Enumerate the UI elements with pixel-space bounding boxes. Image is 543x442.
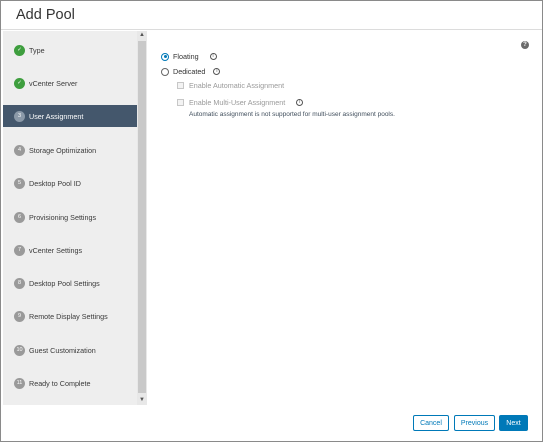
wizard-step-provisioning-settings[interactable]: 6 Provisioning Settings bbox=[3, 206, 137, 228]
wizard-step-label: vCenter Settings bbox=[29, 245, 83, 255]
info-icon[interactable]: i bbox=[296, 99, 304, 106]
floating-option[interactable]: Floating i bbox=[161, 52, 217, 61]
wizard-step-vcenter-server[interactable]: ✓ vCenter Server bbox=[3, 72, 137, 94]
check-icon: ✓ bbox=[14, 77, 25, 89]
wizard-step-label: Provisioning Settings bbox=[29, 212, 97, 222]
wizard-step-desktop-pool-settings[interactable]: 8 Desktop Pool Settings bbox=[3, 272, 137, 294]
scroll-up-arrow-icon[interactable]: ▲ bbox=[137, 31, 147, 40]
wizard-step-type[interactable]: ✓ Type bbox=[3, 39, 137, 61]
dialog-footer: Cancel Previous Next bbox=[1, 405, 542, 441]
next-button[interactable]: Next bbox=[499, 415, 528, 431]
wizard-steps: ✓ Type ✓ vCenter Server 3 User Assignment 4 Sto… bbox=[3, 31, 137, 405]
info-icon[interactable]: i bbox=[209, 53, 217, 60]
dialog-title: Add Pool bbox=[16, 7, 75, 23]
enable-automatic-label: Enable Automatic Assignment bbox=[189, 81, 285, 90]
dedicated-label: Dedicated bbox=[173, 67, 206, 76]
dedicated-option[interactable]: Dedicated i bbox=[161, 67, 221, 76]
wizard-step-label: Guest Customization bbox=[29, 345, 96, 355]
assignment-note: Automatic assignment is not supported fo… bbox=[189, 111, 395, 118]
wizard-step-user-assignment[interactable]: 3 User Assignment bbox=[3, 105, 137, 127]
wizard-step-label: Desktop Pool ID bbox=[29, 178, 81, 188]
info-icon[interactable]: i bbox=[213, 68, 221, 75]
enable-multiuser-assignment: Enable Multi-User Assignment i bbox=[177, 98, 304, 107]
dialog-header: Add Pool bbox=[1, 1, 542, 30]
enable-automatic-checkbox bbox=[177, 82, 184, 89]
step-number: 7 bbox=[14, 244, 25, 256]
cancel-button[interactable]: Cancel bbox=[413, 415, 449, 431]
wizard-step-desktop-pool-id[interactable]: 5 Desktop Pool ID bbox=[3, 172, 137, 194]
wizard-step-label: Type bbox=[29, 45, 45, 55]
wizard-step-vcenter-settings[interactable]: 7 vCenter Settings bbox=[3, 239, 137, 261]
sidebar-scrollbar[interactable]: ▲ ▼ bbox=[137, 31, 147, 405]
wizard-step-label: Remote Display Settings bbox=[29, 311, 108, 321]
wizard-step-remote-display-settings[interactable]: 9 Remote Display Settings bbox=[3, 305, 137, 327]
wizard-step-label: Storage Optimization bbox=[29, 145, 97, 155]
wizard-step-label: Desktop Pool Settings bbox=[29, 278, 100, 288]
step-number: 8 bbox=[14, 277, 25, 289]
step-number: 5 bbox=[14, 177, 25, 189]
step-number: 9 bbox=[14, 310, 25, 322]
scroll-thumb[interactable] bbox=[138, 41, 146, 393]
dedicated-radio[interactable] bbox=[161, 67, 169, 76]
wizard-step-label: vCenter Server bbox=[29, 78, 78, 88]
step-number: 11 bbox=[14, 377, 25, 389]
add-pool-dialog: Add Pool ✓ Type ✓ vCenter Server 3 User Assig… bbox=[0, 0, 543, 442]
wizard-step-storage-optimization[interactable]: 4 Storage Optimization bbox=[3, 139, 137, 161]
enable-automatic-assignment: Enable Automatic Assignment bbox=[177, 81, 284, 90]
enable-multiuser-checkbox bbox=[177, 99, 184, 106]
user-assignment-panel: ? Floating i Dedicated i Enable Automati… bbox=[147, 31, 542, 405]
wizard-step-ready-to-complete[interactable]: 11 Ready to Complete bbox=[3, 372, 137, 394]
enable-multiuser-label: Enable Multi-User Assignment bbox=[189, 98, 286, 107]
wizard-step-label: Ready to Complete bbox=[29, 378, 91, 388]
check-icon: ✓ bbox=[14, 44, 25, 56]
previous-button[interactable]: Previous bbox=[454, 415, 495, 431]
wizard-step-guest-customization[interactable]: 10 Guest Customization bbox=[3, 339, 137, 361]
scroll-down-arrow-icon[interactable]: ▼ bbox=[137, 396, 147, 405]
floating-label: Floating bbox=[173, 52, 199, 61]
floating-radio[interactable] bbox=[161, 52, 169, 61]
step-number: 6 bbox=[14, 211, 25, 223]
step-number: 4 bbox=[14, 144, 25, 156]
wizard-step-label: User Assignment bbox=[29, 111, 84, 121]
wizard-sidebar: ✓ Type ✓ vCenter Server 3 User Assignment 4 Sto… bbox=[3, 31, 147, 405]
step-number: 3 bbox=[14, 110, 25, 122]
help-icon[interactable]: ? bbox=[521, 41, 529, 49]
step-number: 10 bbox=[14, 344, 25, 356]
